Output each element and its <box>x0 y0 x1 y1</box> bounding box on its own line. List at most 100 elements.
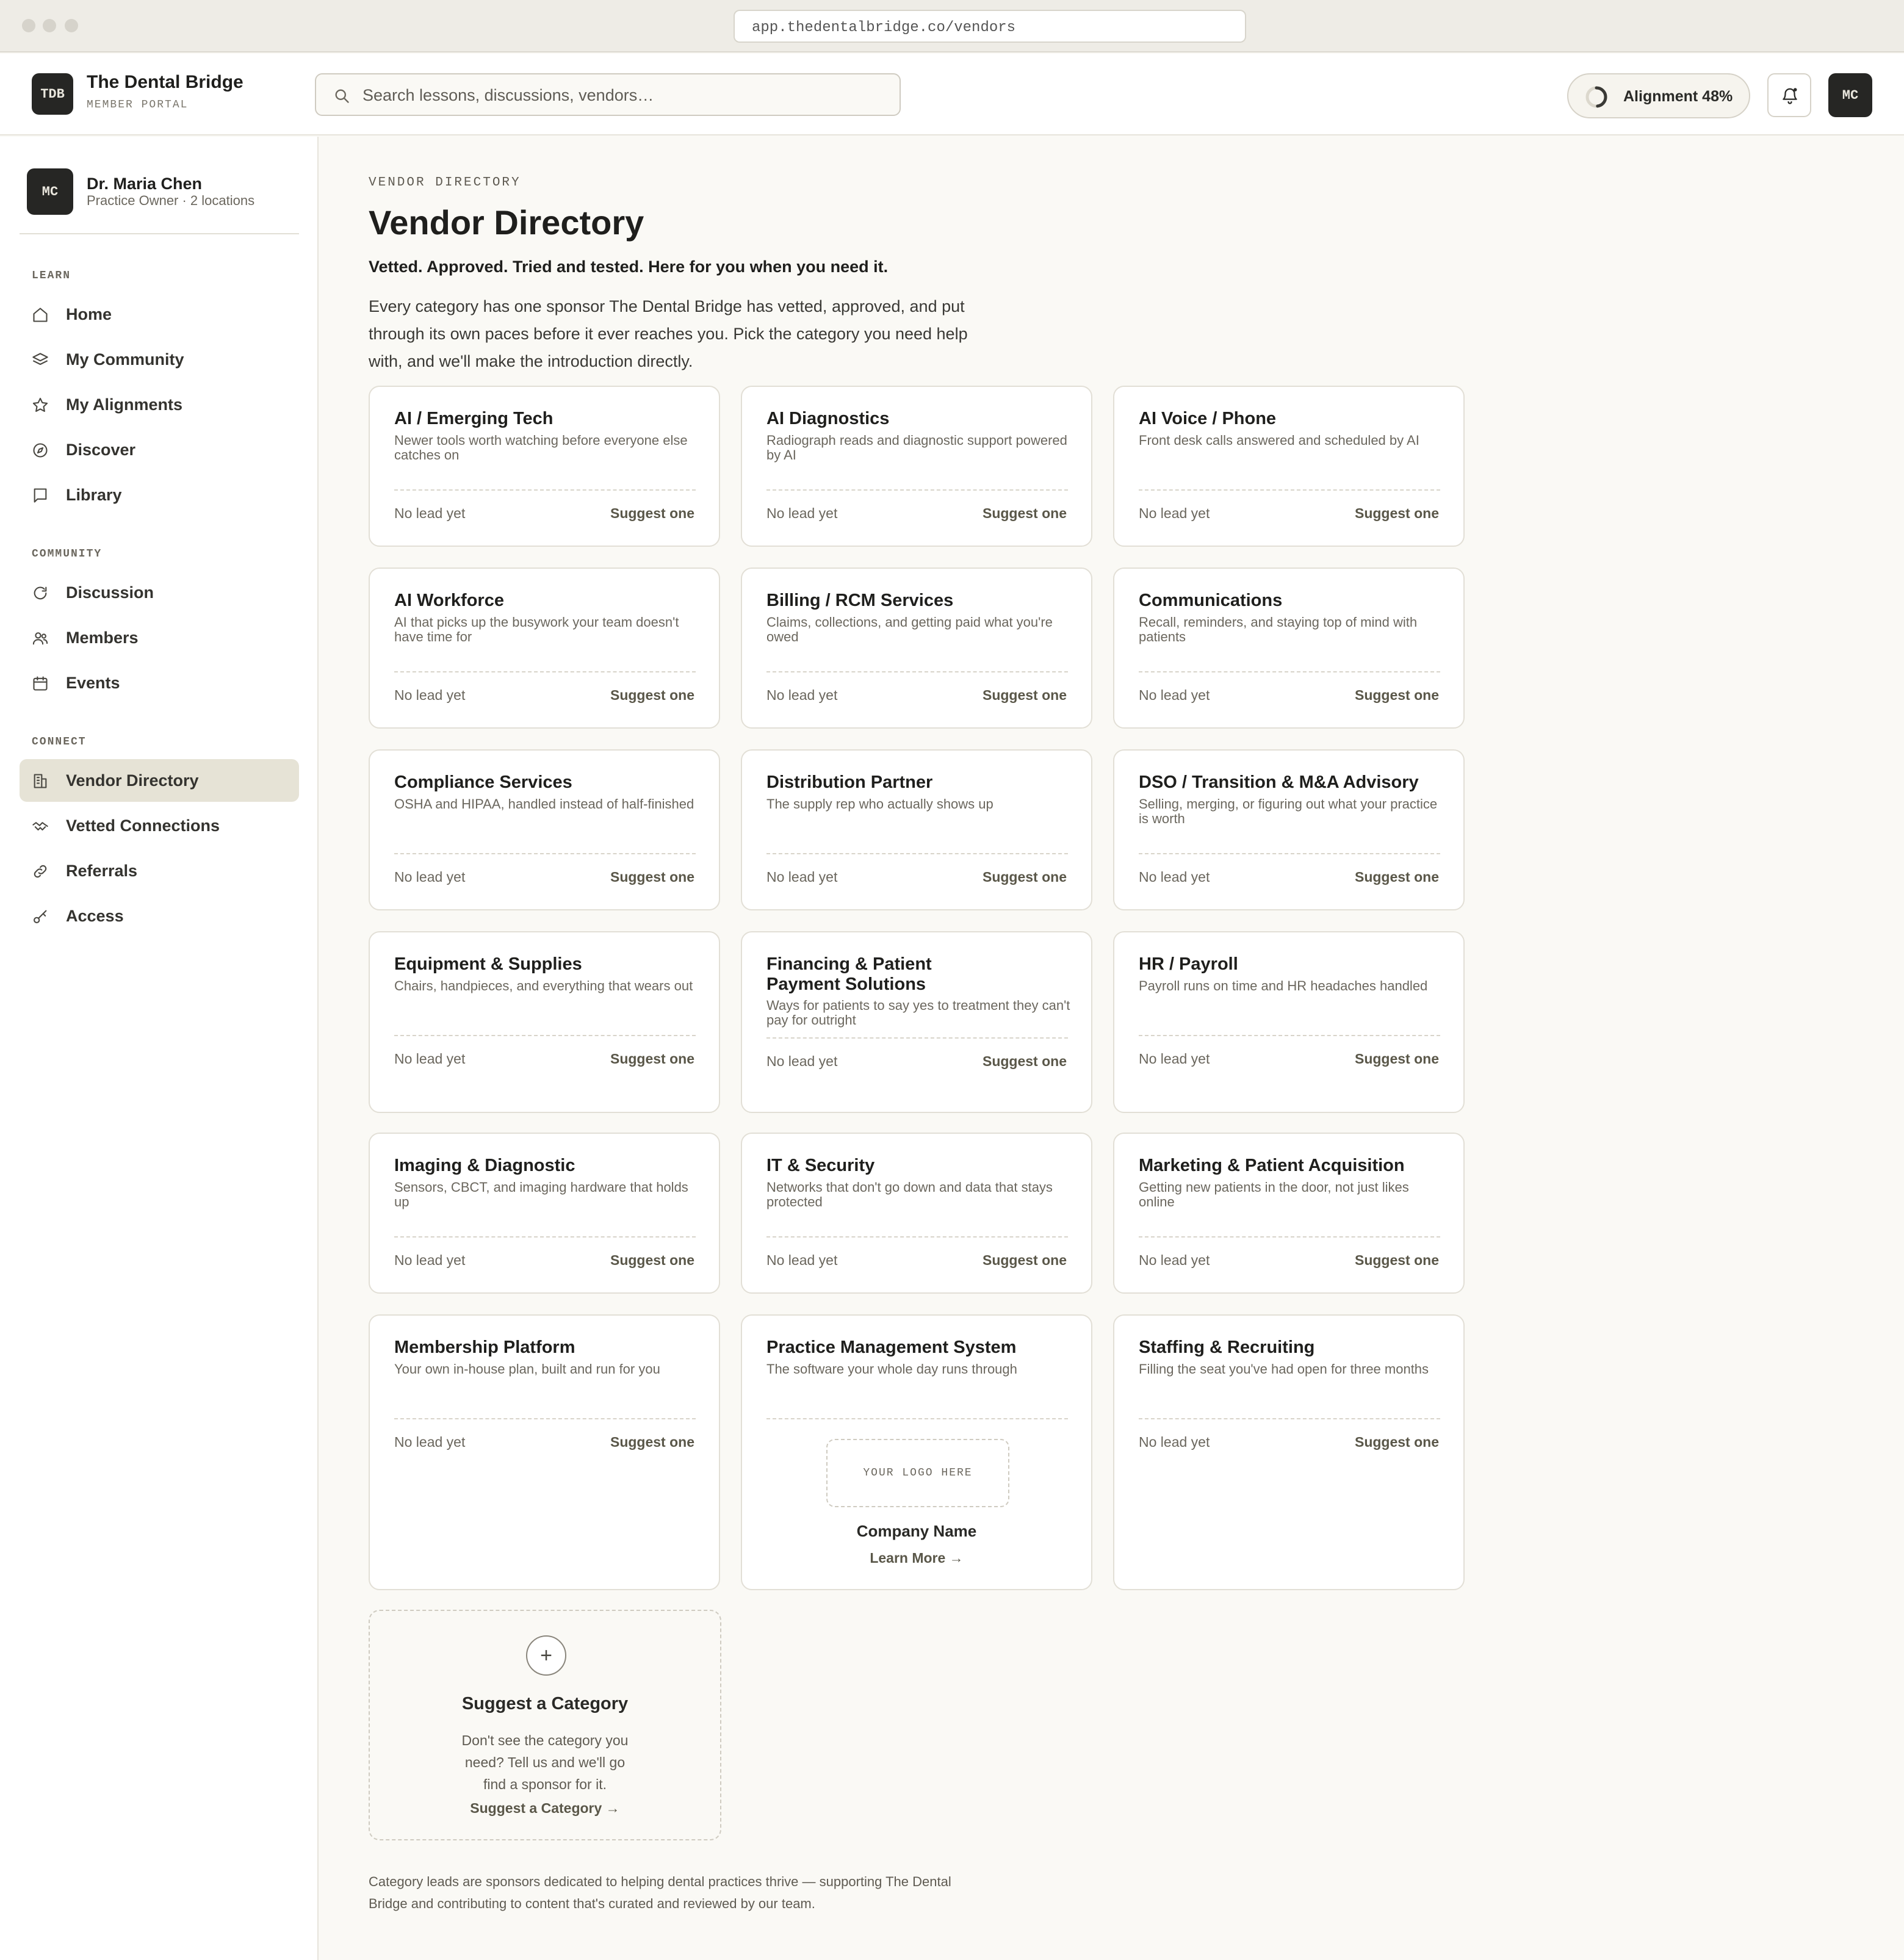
suggest-one-link[interactable]: Suggest one <box>1355 505 1439 522</box>
sidebar-item-vetted-connections[interactable]: Vetted Connections <box>20 804 299 847</box>
card-divider <box>1139 853 1440 854</box>
sidebar-item-access[interactable]: Access <box>20 895 299 937</box>
notifications-button[interactable] <box>1767 73 1811 117</box>
plus-icon[interactable]: + <box>526 1635 566 1676</box>
compass-icon <box>33 443 48 458</box>
lead-status: No lead yet <box>1139 687 1210 703</box>
suggest-category-card[interactable]: + Suggest a Category Don't see the categ… <box>369 1610 721 1840</box>
suggest-one-link[interactable]: Suggest one <box>1355 1434 1439 1450</box>
sidebar-item-events[interactable]: Events <box>20 661 299 704</box>
lead-status: No lead yet <box>766 1252 838 1268</box>
sidebar-item-discussion[interactable]: Discussion <box>20 571 299 614</box>
sidebar-item-members[interactable]: Members <box>20 616 299 659</box>
suggest-one-link[interactable]: Suggest one <box>610 505 694 522</box>
category-card-dso-transition-m-a-advisory[interactable]: DSO / Transition & M&A Advisory Selling, … <box>1113 749 1465 910</box>
category-card-billing-rcm-services[interactable]: Billing / RCM Services Claims, collection… <box>741 567 1092 729</box>
window-minimize-dot[interactable] <box>43 19 56 32</box>
category-card-practice-management-system[interactable]: Practice Management System The software y… <box>741 1314 1092 1590</box>
address-bar[interactable]: app.thedentalbridge.co/vendors <box>734 10 1246 43</box>
category-card-staffing-recruiting[interactable]: Staffing & Recruiting Filling the seat yo… <box>1113 1314 1465 1590</box>
sidebar-item-label: My Community <box>66 350 184 369</box>
card-divider <box>766 853 1068 854</box>
sidebar-item-referrals[interactable]: Referrals <box>20 849 299 892</box>
category-title: Financing & Patient Payment Solutions <box>766 954 932 994</box>
card-divider <box>394 1035 696 1036</box>
category-description: Radiograph reads and diagnostic support … <box>766 433 1067 463</box>
category-card-communications[interactable]: Communications Recall, reminders, and sta… <box>1113 567 1465 729</box>
suggest-one-link[interactable]: Suggest one <box>983 505 1067 522</box>
lead-status: No lead yet <box>766 1053 838 1069</box>
brand-subtitle: MEMBER PORTAL <box>87 99 189 111</box>
search-bar[interactable] <box>315 73 901 116</box>
category-card-compliance-services[interactable]: Compliance Services OSHA and HIPAA, handl… <box>369 749 720 910</box>
category-card-ai-workforce[interactable]: AI Workforce AI that picks up the busywor… <box>369 567 720 729</box>
card-divider <box>766 1037 1068 1039</box>
lead-status: No lead yet <box>766 505 838 521</box>
sidebar-item-home[interactable]: Home <box>20 293 299 336</box>
suggest-one-link[interactable]: Suggest one <box>1355 869 1439 885</box>
calendar-icon <box>33 676 48 691</box>
suggest-one-link[interactable]: Suggest one <box>610 869 694 885</box>
suggest-one-link[interactable]: Suggest one <box>610 1434 694 1450</box>
lead-status: No lead yet <box>394 1051 466 1067</box>
category-description: Your own in-house plan, built and run fo… <box>394 1361 660 1377</box>
sidebar-item-library[interactable]: Library <box>20 474 299 516</box>
category-title: DSO / Transition & M&A Advisory <box>1139 773 1419 792</box>
suggest-one-link[interactable]: Suggest one <box>983 1053 1067 1070</box>
suggest-one-link[interactable]: Suggest one <box>983 869 1067 885</box>
category-card-marketing-patient-acquisition[interactable]: Marketing & Patient Acquisition Getting n… <box>1113 1133 1465 1294</box>
card-divider <box>766 489 1068 491</box>
sidebar-item-vendor-directory[interactable]: Vendor Directory <box>20 759 299 802</box>
category-title: HR / Payroll <box>1139 954 1238 974</box>
category-description: Ways for patients to say yes to treatmen… <box>766 998 1070 1028</box>
suggest-category-link[interactable]: Suggest a Category → <box>370 1800 720 1817</box>
alignment-label: Alignment 48% <box>1623 88 1733 105</box>
category-description: Chairs, handpieces, and everything that … <box>394 978 693 993</box>
brand-logo[interactable]: TDB <box>32 73 73 115</box>
category-card-ai-voice-phone[interactable]: AI Voice / Phone Front desk calls answere… <box>1113 386 1465 547</box>
category-card-membership-platform[interactable]: Membership Platform Your own in-house pla… <box>369 1314 720 1590</box>
building-icon <box>34 774 47 788</box>
category-description: OSHA and HIPAA, handled instead of half-… <box>394 796 694 812</box>
lead-status: No lead yet <box>394 505 466 521</box>
category-card-it-security[interactable]: IT & Security Networks that don't go down… <box>741 1133 1092 1294</box>
learn-more-link[interactable]: Learn More → <box>742 1550 1091 1566</box>
category-card-hr-payroll[interactable]: HR / Payroll Payroll runs on time and HR … <box>1113 931 1465 1113</box>
suggest-one-link[interactable]: Suggest one <box>1355 1252 1439 1269</box>
window-zoom-dot[interactable] <box>65 19 78 32</box>
page-title: Vendor Directory <box>369 203 644 242</box>
suggest-one-link[interactable]: Suggest one <box>610 1051 694 1067</box>
suggest-one-link[interactable]: Suggest one <box>610 1252 694 1269</box>
sidebar-item-label: Home <box>66 305 112 323</box>
sidebar-item-label: Vetted Connections <box>66 816 220 835</box>
profile-avatar[interactable]: MC <box>27 168 73 215</box>
category-card-distribution-partner[interactable]: Distribution Partner The supply rep who a… <box>741 749 1092 910</box>
category-title: Communications <box>1139 591 1283 610</box>
card-divider <box>766 1236 1068 1238</box>
category-card-ai-diagnostics[interactable]: AI Diagnostics Radiograph reads and diagn… <box>741 386 1092 547</box>
suggest-one-link[interactable]: Suggest one <box>1355 687 1439 704</box>
suggest-one-link[interactable]: Suggest one <box>1355 1051 1439 1067</box>
suggest-one-link[interactable]: Suggest one <box>610 687 694 704</box>
category-card-financing-patient-payment-solutions[interactable]: Financing & Patient Payment Solutions Way… <box>741 931 1092 1113</box>
card-divider <box>766 1418 1068 1419</box>
sidebar-item-discover[interactable]: Discover <box>20 428 299 471</box>
category-card-equipment-supplies[interactable]: Equipment & Supplies Chairs, handpieces, … <box>369 931 720 1113</box>
suggest-one-link[interactable]: Suggest one <box>983 1252 1067 1269</box>
suggest-category-title: Suggest a Category <box>461 1694 629 1713</box>
alignment-progress-pill[interactable]: Alignment 48% <box>1567 73 1750 118</box>
category-title: Compliance Services <box>394 773 572 792</box>
category-card-imaging-diagnostic[interactable]: Imaging & Diagnostic Sensors, CBCT, and i… <box>369 1133 720 1294</box>
search-input[interactable] <box>362 81 887 110</box>
page-intro: Every category has one sponsor The Denta… <box>369 297 968 370</box>
sidebar-item-label: Events <box>66 674 120 692</box>
sidebar-item-my-community[interactable]: My Community <box>20 338 299 381</box>
main-content: VENDOR DIRECTORY Vendor Directory Vetted… <box>320 137 1904 1960</box>
user-avatar[interactable]: MC <box>1828 73 1872 117</box>
window-close-dot[interactable] <box>22 19 35 32</box>
category-card-ai-emerging-tech[interactable]: AI / Emerging Tech Newer tools worth watc… <box>369 386 720 547</box>
sidebar-item-label: Discover <box>66 441 136 459</box>
suggest-one-link[interactable]: Suggest one <box>983 687 1067 704</box>
sidebar-item-my-alignments[interactable]: My Alignments <box>20 383 299 426</box>
star-icon <box>32 397 48 412</box>
